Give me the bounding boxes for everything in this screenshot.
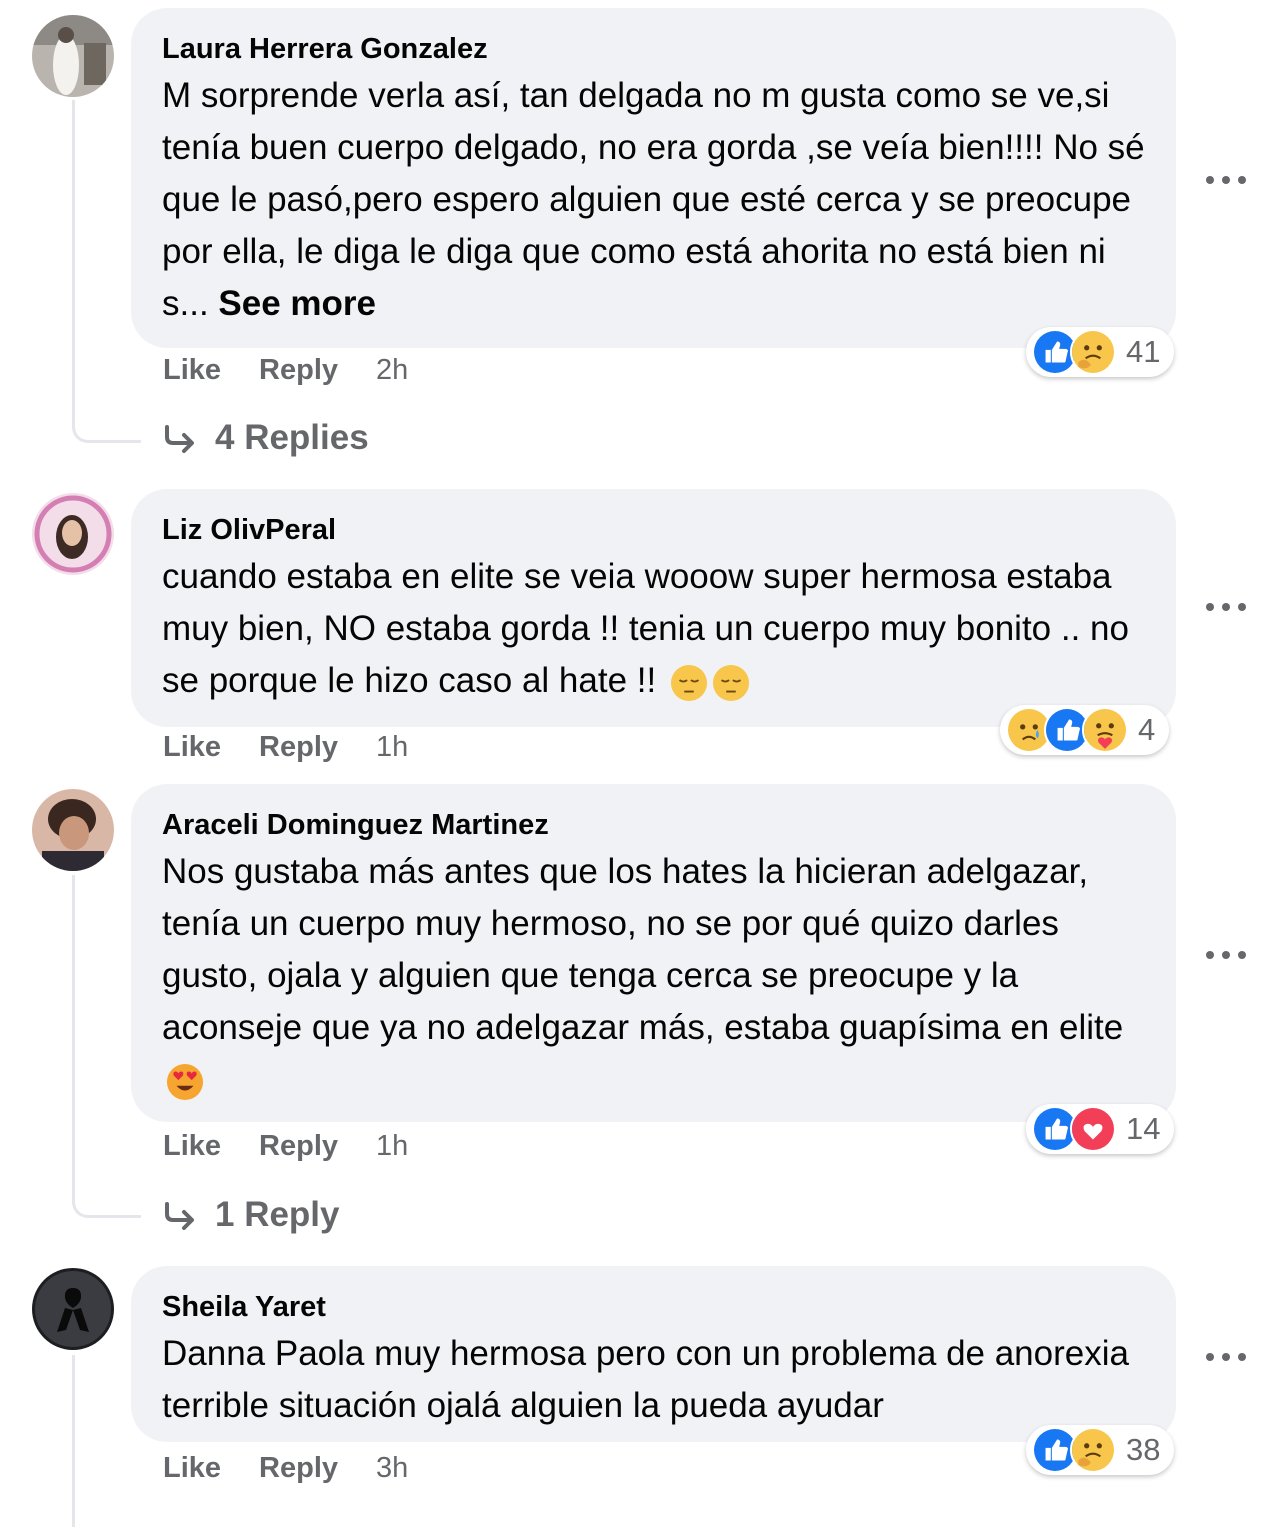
reply-arrow-icon — [165, 1202, 194, 1230]
comment-author[interactable]: Liz OlivPeral — [162, 513, 1146, 547]
thread-elbow — [72, 1193, 141, 1218]
avatar[interactable] — [32, 1268, 114, 1350]
love-icon — [1070, 1106, 1116, 1152]
see-more-link[interactable]: See more — [218, 284, 376, 323]
thread-line — [72, 875, 75, 1195]
reply-arrow-icon — [165, 425, 194, 453]
reactions-summary[interactable]: 4 — [1000, 705, 1170, 755]
comment-text: cuando estaba en elite se veia wooow sup… — [162, 551, 1146, 707]
thread-line — [72, 1355, 75, 1527]
reply-button[interactable]: Reply — [259, 354, 338, 386]
reply-button[interactable]: Reply — [259, 1130, 338, 1162]
more-options-button[interactable] — [1206, 170, 1246, 190]
comment-author[interactable]: Sheila Yaret — [162, 1290, 1146, 1324]
timestamp[interactable]: 1h — [376, 1130, 408, 1162]
like-button[interactable]: Like — [163, 1130, 221, 1162]
comment-text-body: cuando estaba en elite se veia wooow sup… — [162, 557, 1129, 700]
care-icon — [1070, 329, 1116, 375]
timestamp[interactable]: 2h — [376, 354, 408, 386]
comment-text: Nos gustaba más antes que los hates la h… — [162, 846, 1146, 1106]
reactions-summary[interactable]: 38 — [1026, 1425, 1175, 1475]
reaction-count: 14 — [1126, 1111, 1161, 1146]
pensive-emoji — [712, 664, 750, 701]
reactions-summary[interactable]: 14 — [1026, 1104, 1175, 1154]
heart-eyes-emoji — [166, 1063, 204, 1100]
replies-count-label: 1 Reply — [215, 1195, 340, 1234]
view-replies-button[interactable]: 4 Replies — [163, 418, 369, 458]
pensive-emoji — [670, 664, 708, 701]
reactions-summary[interactable]: 41 — [1026, 327, 1175, 377]
comment-bubble: Araceli Dominguez Martinez Nos gustaba m… — [131, 784, 1176, 1122]
avatar[interactable] — [32, 493, 114, 575]
reaction-count: 41 — [1126, 334, 1161, 369]
view-replies-button[interactable]: 1 Reply — [163, 1195, 340, 1235]
like-button[interactable]: Like — [163, 354, 221, 386]
comment-author[interactable]: Laura Herrera Gonzalez — [162, 32, 1146, 66]
like-button[interactable]: Like — [163, 1452, 221, 1484]
comment-text: M sorprende verla así, tan delgada no m … — [162, 70, 1146, 330]
avatar[interactable] — [32, 15, 114, 97]
care-icon — [1070, 1427, 1116, 1473]
like-button[interactable]: Like — [163, 731, 221, 763]
comment-actions: Like Reply 1h — [163, 1130, 446, 1163]
comment-actions: Like Reply 2h — [163, 354, 446, 387]
comment-text: Danna Paola muy hermosa pero con un prob… — [162, 1334, 1129, 1425]
reply-button[interactable]: Reply — [259, 731, 338, 763]
comment-text-body: Nos gustaba más antes que los hates la h… — [162, 852, 1124, 1047]
thread-line — [72, 100, 75, 420]
timestamp[interactable]: 1h — [376, 731, 408, 763]
comment-bubble: Sheila Yaret Danna Paola muy hermosa per… — [131, 1266, 1176, 1442]
reply-button[interactable]: Reply — [259, 1452, 338, 1484]
avatar[interactable] — [32, 789, 114, 871]
more-options-button[interactable] — [1206, 1347, 1246, 1367]
comment-author[interactable]: Araceli Dominguez Martinez — [162, 808, 1146, 842]
comment-actions: Like Reply 3h — [163, 1452, 446, 1485]
care-icon — [1082, 707, 1128, 753]
reaction-count: 4 — [1138, 712, 1156, 747]
comment-bubble: Liz OlivPeral cuando estaba en elite se … — [131, 489, 1176, 727]
more-options-button[interactable] — [1206, 945, 1246, 965]
more-options-button[interactable] — [1206, 597, 1246, 617]
reaction-count: 38 — [1126, 1432, 1161, 1467]
thread-elbow — [72, 418, 141, 443]
comment-bubble: Laura Herrera Gonzalez M sorprende verla… — [131, 8, 1176, 348]
timestamp[interactable]: 3h — [376, 1452, 408, 1484]
replies-count-label: 4 Replies — [215, 418, 369, 457]
comment-actions: Like Reply 1h — [163, 731, 446, 764]
